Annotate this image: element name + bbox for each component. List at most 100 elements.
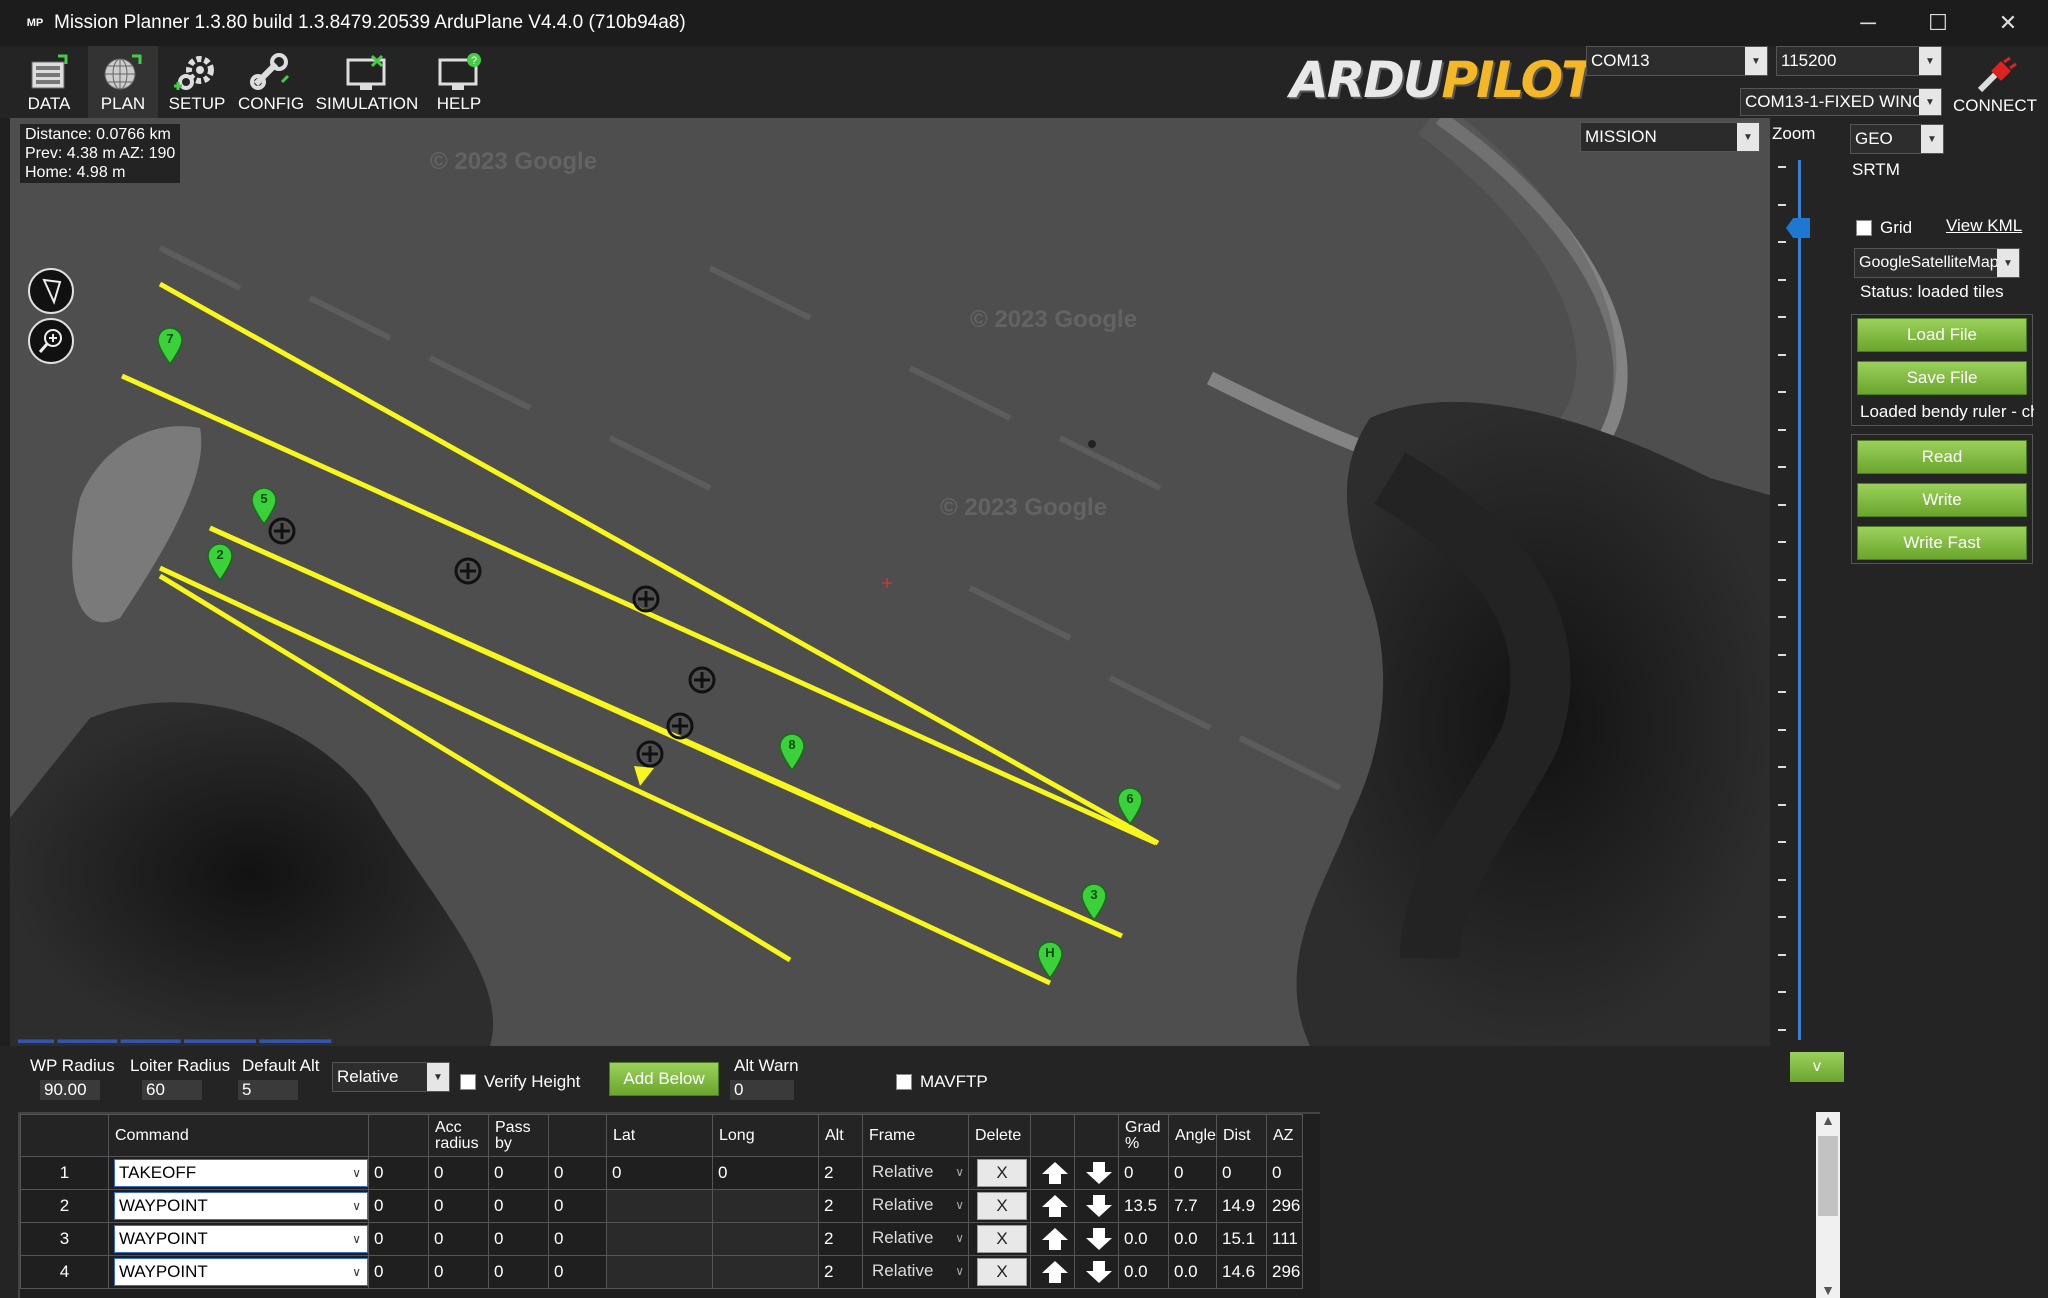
long-cell[interactable] [712,1255,819,1289]
wp-radius-input[interactable]: 90.00 [40,1080,100,1100]
frame-cell[interactable]: Relative ∨ [862,1156,969,1190]
param4-cell[interactable]: 0 [548,1156,607,1190]
command-select[interactable]: WAYPOINT ∨ [114,1225,368,1253]
frame-cell[interactable]: Relative ∨ [862,1189,969,1223]
toolbar-setup-button[interactable]: SETUP [162,46,232,118]
waypoint-marker-5[interactable]: 5 [250,486,278,526]
alt-cell[interactable]: 2 [818,1189,863,1223]
mavftp-checkbox[interactable]: MAVFTP [896,1072,988,1092]
waypoint-marker-h[interactable]: H [1036,940,1064,980]
acc-radius-cell[interactable]: 0 [428,1222,489,1256]
param1-cell[interactable]: 0 [368,1255,429,1289]
command-select[interactable]: WAYPOINT ∨ [114,1192,368,1220]
view-kml-link[interactable]: View KML [1946,216,2022,236]
grid-checkbox-box[interactable] [1856,220,1872,236]
param4-cell[interactable]: 0 [548,1222,607,1256]
satellite-map[interactable]: © 2023 Google © 2023 Google © 2023 Googl… [10,118,1780,1046]
alt-cell[interactable]: 2 [818,1222,863,1256]
pass-by-cell[interactable]: 0 [488,1156,549,1190]
zoom-tool-button[interactable] [28,318,74,364]
scroll-up-icon[interactable]: ▲ [1816,1112,1840,1128]
geo-select[interactable]: GEO ▼ [1850,124,1944,154]
move-up-button[interactable] [1036,1226,1074,1252]
close-button[interactable]: ✕ [1978,0,2038,46]
frame-select[interactable]: Relative ∨ [868,1192,968,1220]
alt-frame-select[interactable]: Relative ▼ [332,1062,450,1092]
delete-row-button[interactable]: X [977,1258,1027,1286]
map-mode-select[interactable]: MISSION ▼ [1580,122,1760,152]
verify-height-box[interactable] [460,1074,476,1090]
add-below-button[interactable]: Add Below [609,1062,719,1096]
row-number[interactable]: 3 [20,1222,109,1256]
long-cell[interactable] [712,1189,819,1223]
command-cell[interactable]: WAYPOINT ∨ [108,1255,369,1289]
connect-button[interactable]: CONNECT [1950,50,2040,116]
waypoint-marker-6[interactable]: 6 [1116,786,1144,826]
lat-cell[interactable] [606,1255,713,1289]
param4-cell[interactable]: 0 [548,1255,607,1289]
acc-radius-cell[interactable]: 0 [428,1255,489,1289]
write-fast-button[interactable]: Write Fast [1857,526,2027,560]
alt-cell[interactable]: 2 [818,1156,863,1190]
grid-checkbox[interactable]: Grid [1856,218,1912,238]
alt-cell[interactable]: 2 [818,1255,863,1289]
lat-cell[interactable] [606,1189,713,1223]
mavftp-box[interactable] [896,1074,912,1090]
command-cell[interactable]: WAYPOINT ∨ [108,1189,369,1223]
acc-radius-cell[interactable]: 0 [428,1189,489,1223]
default-alt-input[interactable]: 5 [238,1080,298,1100]
vehicle-select[interactable]: COM13-1-FIXED WING ▼ [1740,88,1942,116]
long-cell[interactable] [712,1222,819,1256]
param1-cell[interactable]: 0 [368,1222,429,1256]
read-button[interactable]: Read [1857,440,2027,474]
table-scrollbar-thumb[interactable] [1818,1136,1838,1216]
frame-cell[interactable]: Relative ∨ [862,1222,969,1256]
lat-cell[interactable]: 0 [606,1156,713,1190]
polygon-tool-button[interactable] [28,268,74,314]
frame-cell[interactable]: Relative ∨ [862,1255,969,1289]
scroll-down-icon[interactable]: ▼ [1816,1282,1840,1298]
row-number[interactable]: 1 [20,1156,109,1190]
com-port-select[interactable]: COM13 ▼ [1586,46,1768,76]
move-down-button[interactable] [1080,1193,1118,1219]
load-file-button[interactable]: Load File [1857,318,2027,352]
toolbar-data-button[interactable]: DATA [14,46,84,118]
move-down-button[interactable] [1080,1160,1118,1186]
param1-cell[interactable]: 0 [368,1189,429,1223]
move-up-button[interactable] [1036,1160,1074,1186]
param4-cell[interactable]: 0 [548,1189,607,1223]
command-select[interactable]: TAKEOFF ∨ [114,1159,368,1187]
command-select[interactable]: WAYPOINT ∨ [114,1258,368,1286]
collapse-button[interactable]: v [1790,1052,1844,1082]
move-up-button[interactable] [1036,1259,1074,1285]
alt-warn-input[interactable]: 0 [730,1080,794,1100]
delete-row-button[interactable]: X [977,1192,1027,1220]
map-type-select[interactable]: GoogleSatelliteMap ▼ [1854,248,2020,278]
move-down-button[interactable] [1080,1259,1118,1285]
toolbar-plan-button[interactable]: PLAN [88,46,158,118]
loiter-radius-input[interactable]: 60 [142,1080,202,1100]
delete-row-button[interactable]: X [977,1225,1027,1253]
pass-by-cell[interactable]: 0 [488,1222,549,1256]
toolbar-help-button[interactable]: ? HELP [424,46,494,118]
waypoint-marker-8[interactable]: 8 [778,732,806,772]
pass-by-cell[interactable]: 0 [488,1255,549,1289]
waypoint-marker-2[interactable]: 2 [206,542,234,582]
lat-cell[interactable] [606,1222,713,1256]
waypoint-marker-3[interactable]: 3 [1080,882,1108,922]
toolbar-simulation-button[interactable]: SIMULATION [312,46,422,118]
pass-by-cell[interactable]: 0 [488,1189,549,1223]
zoom-slider-track[interactable] [1798,160,1801,1040]
baud-rate-select[interactable]: 115200 ▼ [1776,46,1942,76]
minimize-button[interactable]: ─ [1838,0,1898,46]
long-cell[interactable]: 0 [712,1156,819,1190]
frame-select[interactable]: Relative ∨ [868,1258,968,1286]
row-number[interactable]: 2 [20,1189,109,1223]
command-cell[interactable]: WAYPOINT ∨ [108,1222,369,1256]
save-file-button[interactable]: Save File [1857,361,2027,395]
move-down-button[interactable] [1080,1226,1118,1252]
write-button[interactable]: Write [1857,483,2027,517]
move-up-button[interactable] [1036,1193,1074,1219]
toolbar-config-button[interactable]: CONFIG [236,46,306,118]
verify-height-checkbox[interactable]: Verify Height [460,1072,580,1092]
